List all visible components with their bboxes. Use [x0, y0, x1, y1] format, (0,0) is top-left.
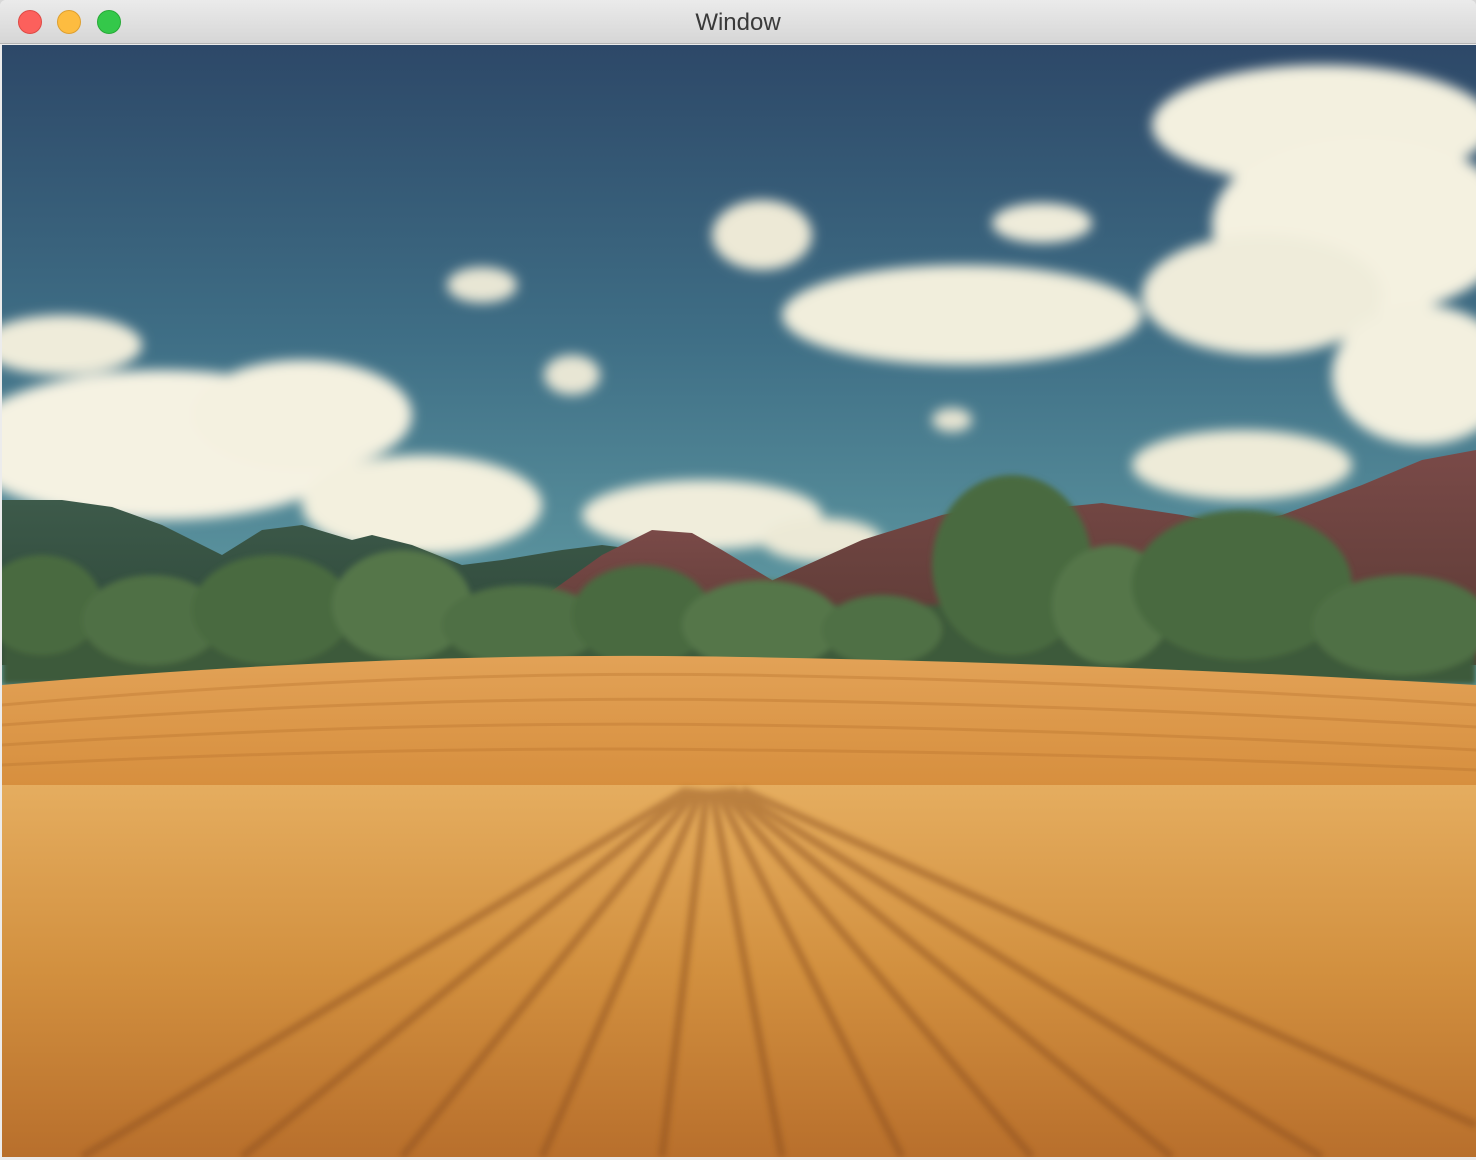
image-display — [2, 45, 1476, 1157]
app-window: Window — [0, 0, 1476, 1160]
window-title: Window — [695, 9, 781, 36]
landscape-image — [2, 45, 1476, 1157]
title-bar[interactable]: Window — [0, 0, 1476, 44]
